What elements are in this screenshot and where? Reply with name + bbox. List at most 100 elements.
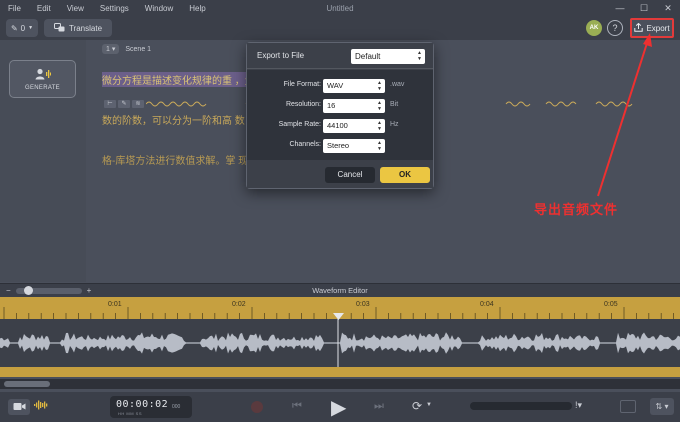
- playhead[interactable]: [333, 313, 344, 321]
- updown-icon: ▲ ▼: [377, 140, 382, 152]
- line-tools: ⊢ ✎ ≋: [104, 100, 144, 108]
- file-format-unit: .wav: [390, 81, 405, 88]
- updown-icon: ▲ ▼: [417, 50, 422, 62]
- generate-label: GENERATE: [25, 84, 60, 91]
- ruler-tick-label: 0:02: [232, 301, 246, 308]
- menu-settings[interactable]: Settings: [92, 4, 137, 13]
- file-format-select[interactable]: WAV ▲ ▼: [323, 79, 385, 93]
- sample-rate-value: 44100: [327, 121, 348, 130]
- menubar: File Edit View Settings Window Help Unti…: [0, 0, 680, 16]
- export-label: Export: [646, 23, 670, 33]
- edit-button[interactable]: ✎ 0 ▼: [6, 19, 38, 37]
- maximize-button[interactable]: ☐: [632, 0, 656, 16]
- audio-waveform-icon[interactable]: [34, 400, 48, 412]
- minimize-button[interactable]: —: [608, 0, 632, 16]
- preset-value: Default: [355, 52, 381, 61]
- export-icon: [634, 22, 644, 34]
- timeline-footer-bar: [0, 367, 680, 377]
- generate-button[interactable]: GENERATE: [9, 60, 76, 98]
- annotation-text: 导出音频文件: [534, 202, 619, 217]
- avatar[interactable]: AK: [586, 20, 602, 36]
- resolution-value: 16: [327, 101, 336, 110]
- preset-select[interactable]: Default ▲ ▼: [351, 49, 425, 64]
- playback-settings-button[interactable]: ⇅ ▾: [650, 398, 674, 415]
- file-format-row: File Format: WAV ▲ ▼ .wav: [247, 78, 433, 94]
- file-format-label: File Format:: [283, 81, 321, 88]
- menu-file[interactable]: File: [0, 4, 29, 13]
- dialog-footer: Cancel OK: [247, 160, 433, 188]
- chevron-down-icon: ▼: [28, 25, 34, 31]
- dialog-title: Export to File: [257, 51, 305, 60]
- sliders-icon: ⇅ ▾: [655, 402, 669, 411]
- waveform-icon[interactable]: ≋: [132, 100, 144, 108]
- chevron-down-icon[interactable]: ▼: [426, 402, 432, 408]
- pencil-icon: ✎: [10, 23, 18, 33]
- ok-button[interactable]: OK: [380, 167, 430, 183]
- ruler-tick-label: 0:01: [108, 301, 122, 308]
- file-format-value: WAV: [327, 81, 344, 90]
- timecode-value: 00:00:02: [116, 399, 169, 410]
- export-button[interactable]: Export: [630, 18, 674, 38]
- ruler-tick-label: 0:03: [356, 301, 370, 308]
- edit-count: 0: [20, 23, 26, 33]
- volume-icon[interactable]: ǃ▾: [575, 400, 582, 411]
- menu-edit[interactable]: Edit: [29, 4, 59, 13]
- sample-rate-label: Sample Rate:: [278, 121, 321, 128]
- scene-label: Scene 1: [125, 45, 152, 53]
- sample-rate-row: Sample Rate: 44100 ▲ ▼ Hz: [247, 118, 433, 134]
- resolution-row: Resolution: 16 ▲ ▼ Bit: [247, 98, 433, 114]
- menu-help[interactable]: Help: [181, 4, 213, 13]
- picture-in-picture-button[interactable]: [620, 400, 636, 413]
- scene-number-selector[interactable]: 1 ▾: [102, 44, 120, 54]
- window-controls: — ☐ ✕: [608, 0, 680, 16]
- channels-label: Channels:: [289, 141, 321, 148]
- sample-rate-select[interactable]: 44100 ▲ ▼: [323, 119, 385, 133]
- updown-icon: ▲ ▼: [377, 80, 382, 92]
- export-dialog: Export to File Default ▲ ▼ File Format: W…: [246, 42, 434, 189]
- translate-label: Translate: [68, 23, 103, 33]
- play-icon[interactable]: ▶: [331, 395, 346, 420]
- pencil-icon[interactable]: ✎: [118, 100, 130, 108]
- camera-icon: [13, 402, 26, 413]
- waveform-track[interactable]: [0, 319, 680, 367]
- ruler-tick-label: 0:04: [480, 301, 494, 308]
- audio-waveform: [0, 319, 680, 367]
- previous-icon[interactable]: ⏮: [292, 400, 302, 413]
- dialog-body: File Format: WAV ▲ ▼ .wav Resolution: 16 …: [247, 70, 433, 160]
- timecode-display: 00:00:02 HH MM SS 000: [110, 396, 192, 418]
- menu-view[interactable]: View: [59, 4, 92, 13]
- menu-window[interactable]: Window: [137, 4, 181, 13]
- record-button[interactable]: [251, 401, 263, 413]
- help-button[interactable]: ?: [607, 20, 623, 36]
- resolution-label: Resolution:: [285, 101, 321, 108]
- scene-number: 1: [106, 46, 110, 53]
- toolbar: ✎ 0 ▼ Translate AK ? Export: [0, 16, 680, 40]
- voice-panel: GENERATE: [0, 40, 86, 282]
- updown-icon: ▲ ▼: [377, 120, 382, 132]
- updown-icon: ▲ ▼: [377, 100, 382, 112]
- ruler-tick-label: 0:05: [604, 301, 618, 308]
- translate-icon: [53, 22, 65, 34]
- video-toggle-button[interactable]: [8, 399, 30, 415]
- voice-generate-icon: [35, 68, 51, 82]
- resolution-unit: Bit: [390, 101, 399, 108]
- scrollbar-thumb[interactable]: [4, 381, 50, 387]
- close-button[interactable]: ✕: [656, 0, 680, 16]
- channels-select[interactable]: Stereo ▲ ▼: [323, 139, 385, 153]
- transport-bar: 00:00:02 HH MM SS 000 ⏮ ▶ ⏭ ⟳ ▼ ǃ▾ ⇅ ▾: [0, 392, 680, 422]
- next-icon[interactable]: ⏭: [374, 400, 384, 413]
- loop-icon[interactable]: ⟳: [412, 399, 422, 413]
- split-icon[interactable]: ⊢: [104, 100, 116, 108]
- channels-row: Channels: Stereo ▲ ▼: [247, 138, 433, 154]
- resolution-select[interactable]: 16 ▲ ▼: [323, 99, 385, 113]
- translate-button[interactable]: Translate: [44, 19, 112, 37]
- waveform-editor-header: − + Waveform Editor: [0, 283, 680, 297]
- waveform-editor-title: Waveform Editor: [312, 286, 368, 295]
- volume-slider[interactable]: [470, 402, 572, 410]
- timecode-units: HH MM SS: [118, 411, 142, 416]
- horizontal-scrollbar[interactable]: [0, 379, 680, 389]
- timecode-milliseconds: 000: [172, 404, 181, 410]
- cancel-button[interactable]: Cancel: [325, 167, 375, 183]
- sample-rate-unit: Hz: [390, 121, 399, 128]
- channels-value: Stereo: [327, 141, 350, 150]
